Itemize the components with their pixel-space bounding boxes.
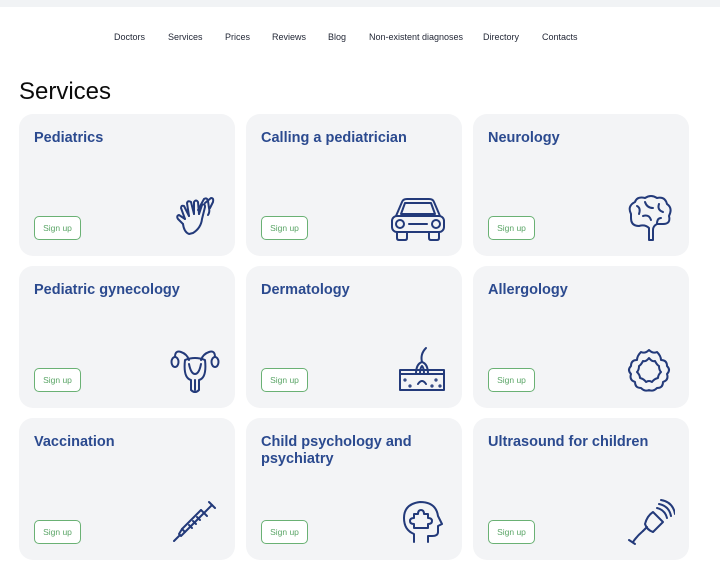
skin-hair-icon <box>396 344 448 396</box>
nav-item-non-existent-diagnoses[interactable]: Non-existent diagnoses <box>369 31 463 43</box>
card-title: Pediatrics <box>34 130 104 146</box>
brain-icon <box>623 192 675 244</box>
service-card-calling-a-pediatrician[interactable]: Calling a pediatrician Sign up <box>246 114 462 256</box>
card-title: Calling a pediatrician <box>261 130 407 146</box>
card-title: Dermatology <box>261 282 350 298</box>
sign-up-button[interactable]: Sign up <box>488 216 535 240</box>
card-title: Pediatric gynecology <box>34 282 180 298</box>
syringe-icon <box>169 496 221 548</box>
hand-icon <box>169 192 221 244</box>
nav-item-reviews[interactable]: Reviews <box>272 31 306 43</box>
sign-up-button[interactable]: Sign up <box>34 368 81 392</box>
service-card-vaccination[interactable]: Vaccination Sign up <box>19 418 235 560</box>
card-title: Vaccination <box>34 434 115 450</box>
allergen-icon <box>623 344 675 396</box>
nav-item-prices[interactable]: Prices <box>225 31 250 43</box>
sign-up-button[interactable]: Sign up <box>34 520 81 544</box>
page-title: Services <box>19 78 112 105</box>
card-title: Allergology <box>488 282 568 298</box>
sign-up-button[interactable]: Sign up <box>261 216 308 240</box>
sign-up-button[interactable]: Sign up <box>488 520 535 544</box>
card-title: Ultrasound for children <box>488 434 649 450</box>
service-card-neurology[interactable]: Neurology Sign up <box>473 114 689 256</box>
nav-item-directory[interactable]: Directory <box>483 31 519 43</box>
card-title: Child psychology and psychiatry <box>261 434 412 467</box>
nav-item-doctors[interactable]: Doctors <box>114 31 145 43</box>
nav-item-services[interactable]: Services <box>168 31 203 43</box>
sign-up-button[interactable]: Sign up <box>488 368 535 392</box>
service-card-child-psychology-and-psychiatry[interactable]: Child psychology and psychiatry Sign up <box>246 418 462 560</box>
service-card-ultrasound-for-children[interactable]: Ultrasound for children Sign up <box>473 418 689 560</box>
service-card-pediatrics[interactable]: Pediatrics Sign up <box>19 114 235 256</box>
ultrasound-probe-icon <box>623 496 676 548</box>
car-icon <box>388 192 448 244</box>
service-card-dermatology[interactable]: Dermatology Sign up <box>246 266 462 408</box>
service-card-allergology[interactable]: Allergology Sign up <box>473 266 689 408</box>
head-puzzle-icon <box>396 496 448 548</box>
sign-up-button[interactable]: Sign up <box>261 520 308 544</box>
sign-up-button[interactable]: Sign up <box>261 368 308 392</box>
main-nav: Doctors Services Prices Reviews Blog Non… <box>0 31 720 45</box>
uterus-icon <box>169 344 221 396</box>
service-card-pediatric-gynecology[interactable]: Pediatric gynecology Sign up <box>19 266 235 408</box>
nav-item-blog[interactable]: Blog <box>328 31 346 43</box>
sign-up-button[interactable]: Sign up <box>34 216 81 240</box>
nav-item-contacts[interactable]: Contacts <box>542 31 578 43</box>
top-strip <box>0 0 720 7</box>
card-title: Neurology <box>488 130 560 146</box>
